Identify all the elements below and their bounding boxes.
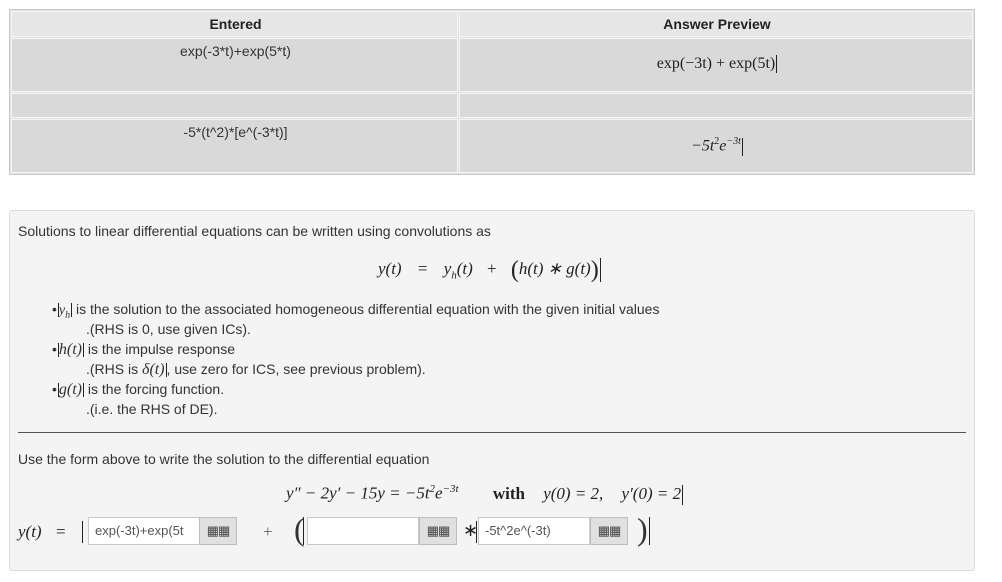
preview-exponent: −3t — [726, 136, 741, 147]
eq-yh-arg: (t) — [456, 259, 473, 278]
eq-equals: = — [417, 259, 428, 278]
answer-lhs-text: y(t) — [18, 522, 42, 541]
bullet-g-detail: .(i.e. the RHS of DE). — [86, 401, 218, 417]
text-cursor — [776, 55, 778, 74]
text-cursor — [599, 258, 601, 283]
bullet-dot: • — [52, 341, 57, 357]
differential-equation: y″ − 2y′ − 15y = −5t2e−3t with y(0) = 2,… — [286, 483, 684, 505]
de-ic1: y(0) = 2, — [543, 483, 604, 503]
header-preview-cell: Answer Preview — [459, 11, 973, 37]
table-row-2-preview — [459, 93, 973, 118]
de-ic2: y′(0) = 2 — [621, 483, 682, 503]
h-answer-input[interactable] — [307, 517, 419, 545]
bullet-g: • g(t) is the forcing function. — [52, 381, 224, 399]
bullet-text: is the solution to the associated homoge… — [76, 301, 660, 317]
de-exponent: −3t — [442, 483, 459, 495]
bullet-h: • h(t) is the impulse response — [52, 341, 235, 359]
instruction-text: Use the form above to write the solution… — [18, 451, 430, 467]
bullet-symbol-sub: h — [65, 309, 71, 321]
open-paren: ( — [510, 257, 519, 283]
table-row-1-entered: exp(-3*t)+exp(5*t) — [11, 38, 458, 92]
grid-icon[interactable]: ▦▦ — [199, 517, 237, 545]
entered-text: exp(-3*t)+exp(5*t) — [180, 43, 291, 59]
table-row-1-preview: exp(−3t) + exp(5t) — [459, 38, 973, 92]
text-cursor — [303, 517, 304, 545]
bullet-detail-post: , use zero for ICS, see previous problem… — [166, 361, 426, 377]
preview-math: −5t2e−3t — [460, 136, 974, 156]
convolution-equation: y(t) = yh(t) + (h(t) ∗ g(t)) — [378, 257, 601, 284]
bullet-symbol: h(t) — [58, 341, 83, 358]
delta-symbol: δ(t) — [142, 361, 165, 378]
bullet-yh: • yh is the solution to the associated ho… — [52, 301, 659, 321]
yh-answer-input[interactable]: exp(-3t)+exp(5t — [88, 517, 200, 545]
text-cursor — [476, 521, 477, 543]
entered-text: -5*(t^2)*[e^(-3*t)] — [183, 124, 288, 140]
bullet-h-detail: .(RHS is δ(t), use zero for ICS, see pre… — [86, 361, 426, 379]
table-row-3-entered: -5*(t^2)*[e^(-3*t)] — [11, 119, 458, 173]
preview-text: exp(−3t) + exp(5t) — [656, 55, 776, 72]
eq-lhs: y(t) — [378, 259, 402, 278]
de-with: with — [492, 483, 525, 503]
eq-convolution: h(t) ∗ g(t) — [518, 259, 591, 278]
text-cursor — [83, 343, 85, 358]
answer-lhs: y(t) — [18, 522, 42, 542]
text-cursor — [741, 137, 743, 156]
bullet-yh-detail: .(RHS is 0, use given ICs). — [86, 321, 251, 337]
problem-box: Solutions to linear differential equatio… — [9, 210, 975, 571]
de-lhs: y″ − 2y′ − 15y = −5t — [286, 483, 430, 503]
preview-base: −5t — [691, 137, 715, 155]
g-answer-input[interactable]: -5t^2e^(-3t) — [478, 517, 590, 545]
close-paren: ) — [590, 257, 599, 283]
eq-plus: + — [487, 259, 497, 278]
close-paren: ) — [637, 511, 648, 547]
text-cursor — [682, 484, 684, 505]
grid-icon[interactable]: ▦▦ — [419, 517, 457, 545]
bullet-dot: • — [52, 301, 57, 317]
header-answer-preview: Answer Preview — [663, 16, 771, 32]
bullet-text: is the impulse response — [87, 341, 235, 357]
table-row-2-entered — [11, 93, 458, 118]
results-table: Entered Answer Preview exp(-3*t)+exp(5*t… — [9, 9, 975, 175]
text-cursor — [71, 303, 73, 318]
text-cursor — [649, 517, 650, 545]
bullet-text: is the forcing function. — [87, 381, 225, 397]
bullet-detail-pre: .(RHS is — [86, 361, 142, 377]
grid-icon[interactable]: ▦▦ — [590, 517, 628, 545]
bullet-symbol: g(t) — [58, 381, 83, 398]
de-e: e — [435, 483, 443, 503]
preview-math: exp(−3t) + exp(5t) — [460, 55, 974, 74]
text-cursor — [83, 383, 85, 398]
answer-equals: = — [56, 522, 66, 541]
intro-text: Solutions to linear differential equatio… — [18, 223, 491, 239]
bullet-dot: • — [52, 381, 57, 397]
answer-plus: + — [263, 522, 273, 541]
table-row-3-preview: −5t2e−3t — [459, 119, 973, 173]
text-cursor — [82, 521, 83, 543]
header-entered-cell: Entered — [11, 11, 458, 37]
header-entered: Entered — [209, 16, 262, 32]
divider — [18, 432, 966, 433]
